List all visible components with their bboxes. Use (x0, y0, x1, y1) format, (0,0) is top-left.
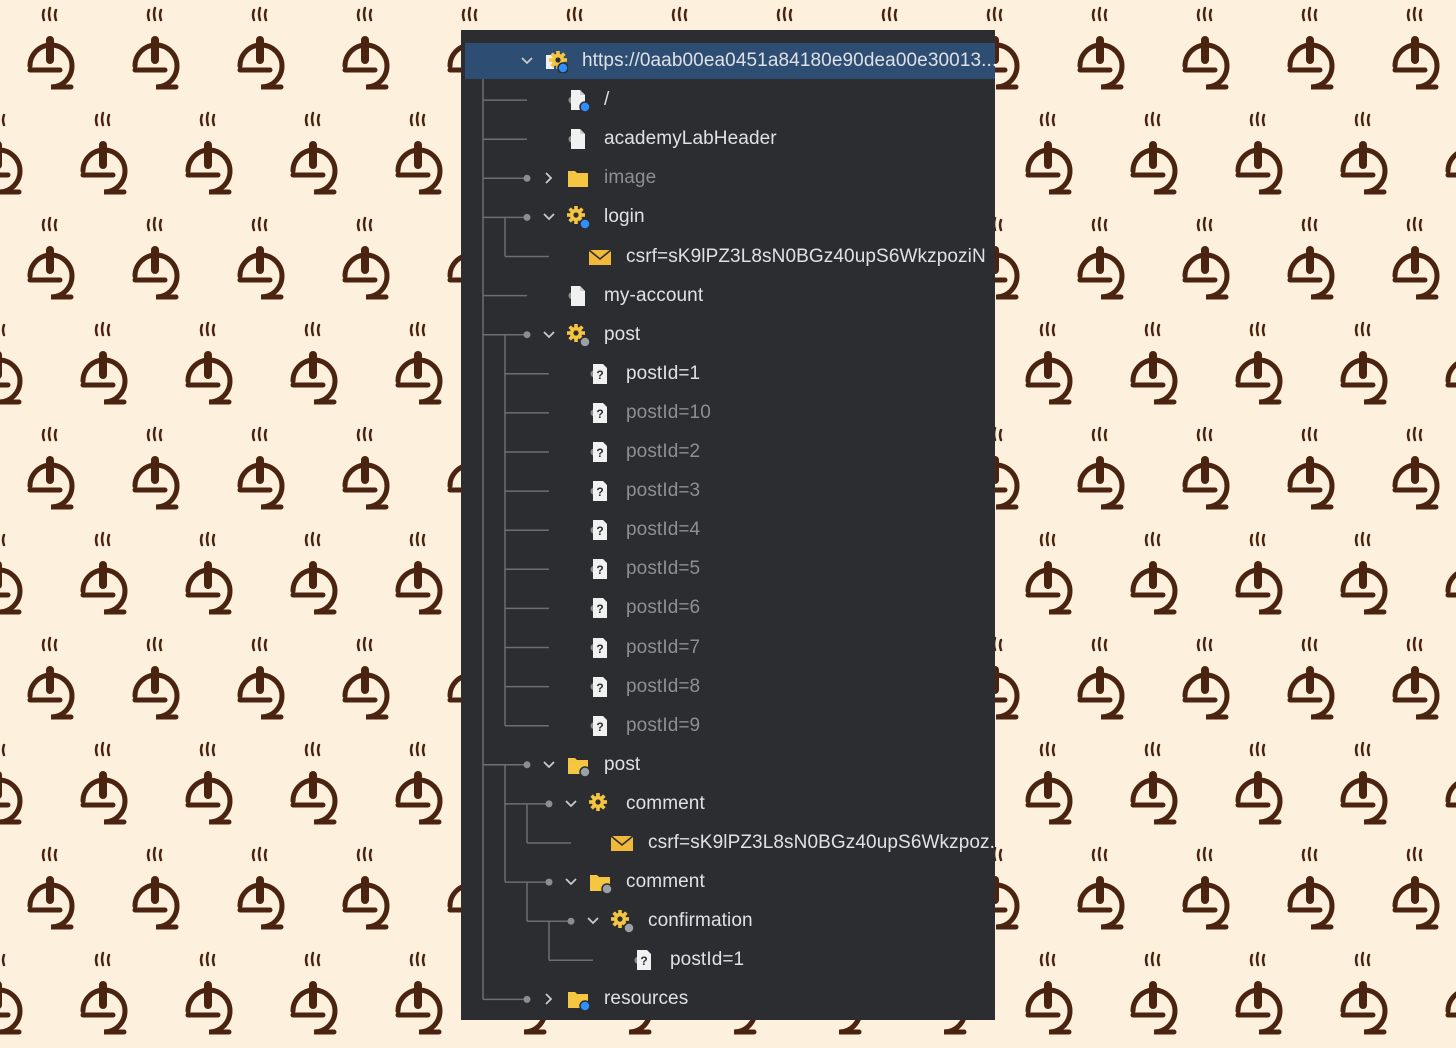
gear-info-icon (566, 205, 591, 231)
svg-text:?: ? (596, 446, 603, 460)
tree-row-label: / (604, 89, 610, 111)
gear-gray-icon (610, 909, 635, 934)
file-icon (566, 127, 590, 151)
tree-row[interactable]: csrf=sK9lPZ3L8sN0BGz40upS6Wkzpoz... (461, 825, 995, 861)
tree-row-label: postId=7 (626, 636, 701, 658)
svg-text:?: ? (596, 368, 603, 382)
tree-row-label: postId=3 (626, 480, 701, 502)
folder-gray-icon (588, 870, 613, 895)
tree-row-label: https://0aab00ea0451a84180e90dea00e30013… (582, 50, 995, 71)
tree-row[interactable]: image (461, 160, 995, 196)
gear-gray-icon (566, 323, 591, 348)
tree-row[interactable]: / (461, 82, 995, 118)
tree-row[interactable]: ? postId=9 (461, 708, 995, 744)
tree-row[interactable]: resources (461, 981, 995, 1017)
unknown-file-icon: ? (588, 636, 612, 660)
unknown-file-icon: ? (588, 596, 612, 620)
tree-row[interactable]: ? postId=10 (461, 395, 995, 431)
chevron-down-icon[interactable] (564, 875, 578, 889)
tree-row-label: postId=4 (626, 519, 701, 541)
tree-row[interactable]: comment (461, 786, 995, 822)
chevron-down-icon[interactable] (520, 54, 534, 68)
unknown-file-icon: ? (588, 362, 612, 386)
unknown-file-icon: ? (588, 479, 612, 503)
unknown-file-icon: ? (632, 948, 656, 972)
tree-row[interactable]: ? postId=6 (461, 590, 995, 626)
folder-info-icon (566, 987, 591, 1013)
file-info-icon (566, 88, 591, 113)
unknown-file-icon: ? (588, 675, 612, 699)
tree-row[interactable]: ? postId=2 (461, 434, 995, 470)
envelope-icon (588, 245, 612, 269)
folder-gray-icon (566, 753, 591, 778)
tree-row-label: post (604, 323, 641, 345)
chevron-down-icon[interactable] (542, 758, 556, 772)
tree-row-label: postId=1 (670, 949, 745, 971)
tree-row-label: my-account (604, 284, 704, 306)
tree-row[interactable]: ? postId=3 (461, 473, 995, 509)
svg-text:?: ? (596, 485, 603, 499)
unknown-file-icon: ? (588, 714, 612, 738)
tree-row[interactable]: confirmation (461, 903, 995, 939)
tree-row[interactable]: post (461, 317, 995, 353)
chevron-right-icon[interactable] (542, 171, 556, 185)
tree-row-label: csrf=sK9lPZ3L8sN0BGz40upS6Wkzpoz... (648, 832, 995, 853)
tree-row-label: postId=8 (626, 675, 701, 697)
tree-row-label: csrf=sK9lPZ3L8sN0BGz40upS6WkzpoziN (626, 245, 986, 267)
tree-row[interactable]: comment (461, 864, 995, 900)
tree-row[interactable]: post (461, 747, 995, 783)
tree-row[interactable]: ? postId=1 (461, 356, 995, 392)
unknown-file-icon: ? (588, 401, 612, 425)
unknown-file-icon: ? (588, 557, 612, 581)
tree-row-label: resources (604, 988, 689, 1010)
unknown-file-icon: ? (588, 518, 612, 542)
tree-row[interactable]: csrf=sK9lPZ3L8sN0BGz40upS6WkzpoziN (461, 239, 995, 275)
unknown-file-icon: ? (588, 440, 612, 464)
tree-row[interactable]: https://0aab00ea0451a84180e90dea00e30013… (465, 43, 995, 79)
tree-row-label: postId=10 (626, 401, 711, 423)
svg-text:?: ? (596, 681, 603, 695)
svg-text:?: ? (640, 954, 647, 968)
tree-row-label: image (604, 167, 657, 189)
tree-row[interactable]: ? postId=1 (461, 942, 995, 978)
svg-text:?: ? (596, 720, 603, 734)
tree-row-label: confirmation (648, 910, 753, 932)
folder-icon (566, 166, 590, 190)
tree-row-label: postId=5 (626, 558, 701, 580)
chevron-down-icon[interactable] (542, 328, 556, 342)
site-map-tree-panel: https://0aab00ea0451a84180e90dea00e30013… (461, 30, 995, 1020)
tree-row[interactable]: academyLabHeader (461, 121, 995, 157)
tree-row-label: academyLabHeader (604, 128, 777, 150)
tree-row-label: postId=9 (626, 714, 701, 736)
svg-text:?: ? (596, 407, 603, 421)
tree-row[interactable]: ? postId=5 (461, 551, 995, 587)
tree-row[interactable]: ? postId=8 (461, 669, 995, 705)
tree-row[interactable]: login (461, 199, 995, 235)
tree-row-label: login (604, 206, 645, 228)
envelope-icon (610, 831, 634, 855)
tree-row-label: post (604, 753, 641, 775)
gear-icon (588, 792, 612, 816)
chevron-down-icon[interactable] (586, 914, 600, 928)
svg-text:?: ? (596, 642, 603, 656)
tree-row-label: postId=1 (626, 362, 701, 384)
tree-row-label: postId=2 (626, 441, 701, 462)
svg-text:?: ? (596, 563, 603, 577)
tree-row[interactable]: my-account (461, 278, 995, 314)
chevron-down-icon[interactable] (542, 210, 556, 224)
tree-row-label: comment (626, 871, 705, 893)
site-globe-icon (544, 49, 569, 74)
tree-row-label: comment (626, 792, 705, 814)
chevron-down-icon[interactable] (564, 797, 578, 811)
tree-row-label: postId=6 (626, 597, 701, 619)
chevron-right-icon[interactable] (542, 992, 556, 1006)
svg-text:?: ? (596, 602, 603, 616)
svg-text:?: ? (596, 524, 603, 538)
tree-row[interactable]: ? postId=4 (461, 512, 995, 548)
file-icon (566, 284, 590, 308)
tree-row[interactable]: ? postId=7 (461, 630, 995, 666)
